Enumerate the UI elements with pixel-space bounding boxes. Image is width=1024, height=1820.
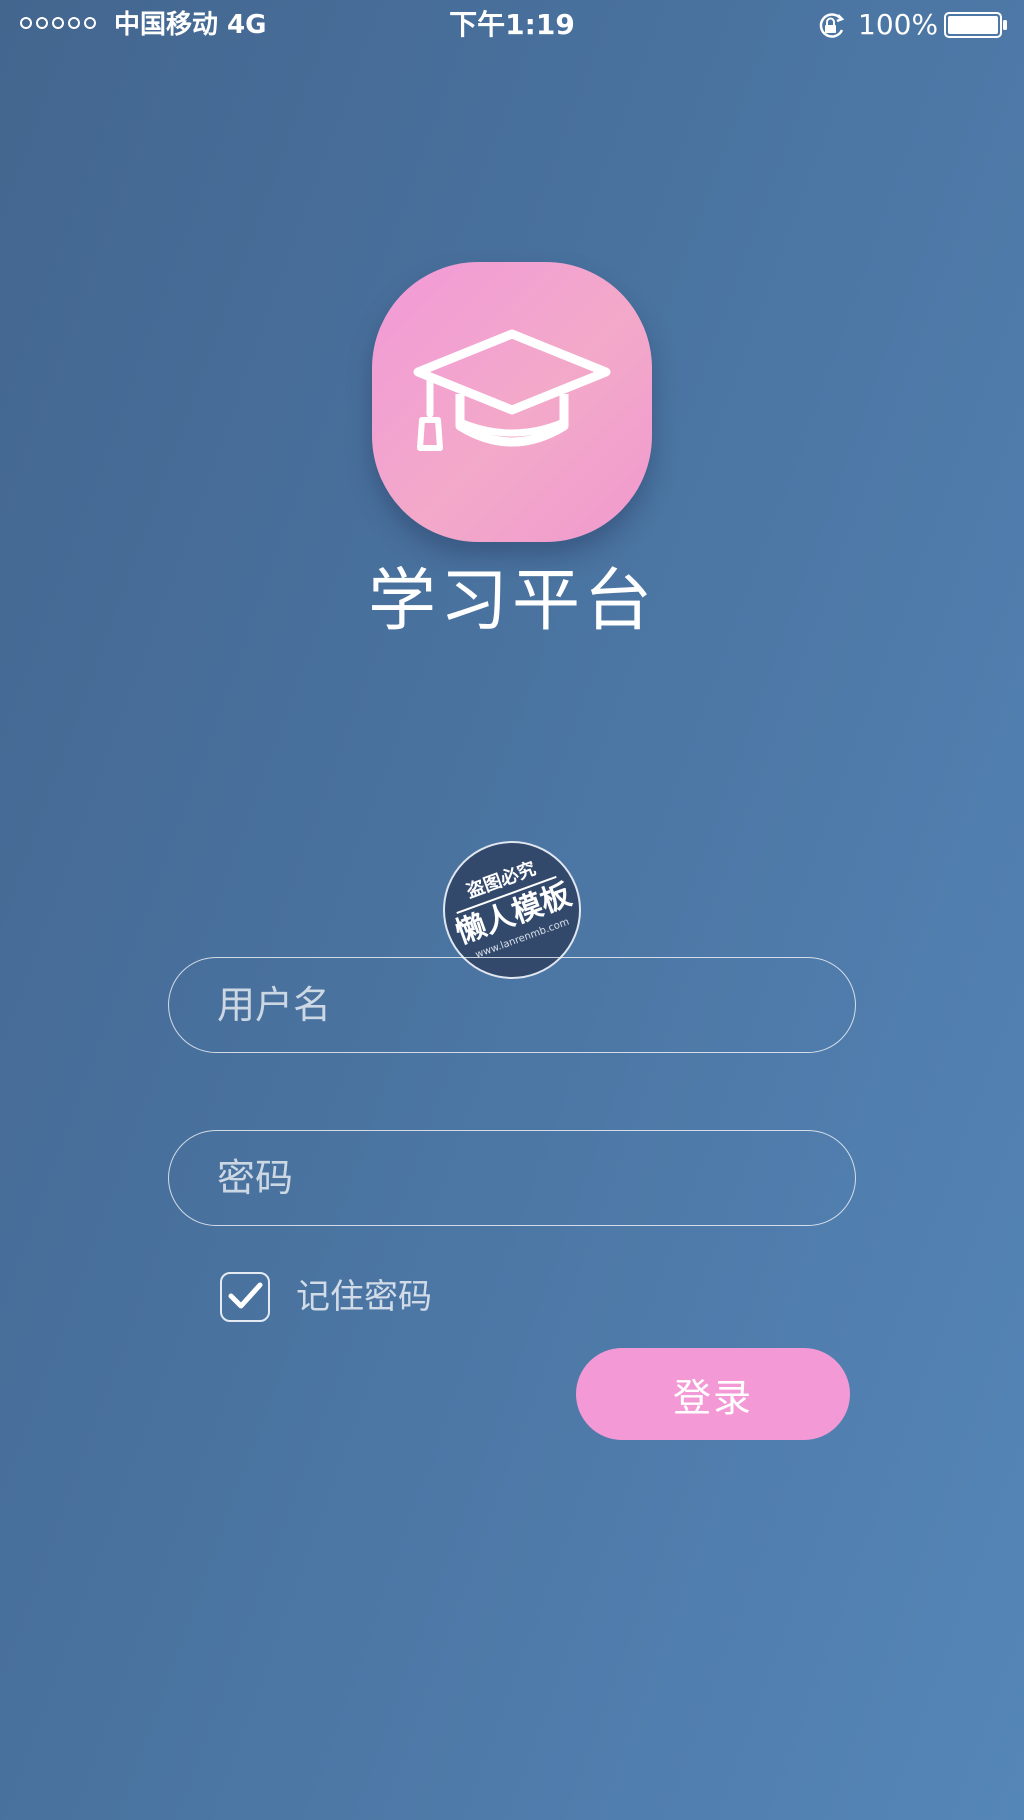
battery-percentage: 100% (858, 8, 939, 41)
battery-icon (944, 12, 1007, 38)
orientation-lock-icon (819, 13, 845, 38)
remember-password-checkbox[interactable] (220, 1272, 270, 1322)
password-input[interactable] (168, 1130, 856, 1226)
app-title: 学习平台 (367, 562, 656, 641)
login-button[interactable]: 登录 (576, 1348, 850, 1440)
checkmark-icon (228, 1282, 263, 1309)
username-input[interactable] (168, 957, 856, 1053)
remember-password-label: 记住密码 (296, 1277, 432, 1317)
status-bar: 中国移动 4G 下午1:19 100% (0, 0, 1024, 52)
remember-password-row[interactable]: 记住密码 (220, 1270, 432, 1324)
app-logo (372, 262, 652, 542)
graduation-cap-icon (413, 329, 611, 451)
